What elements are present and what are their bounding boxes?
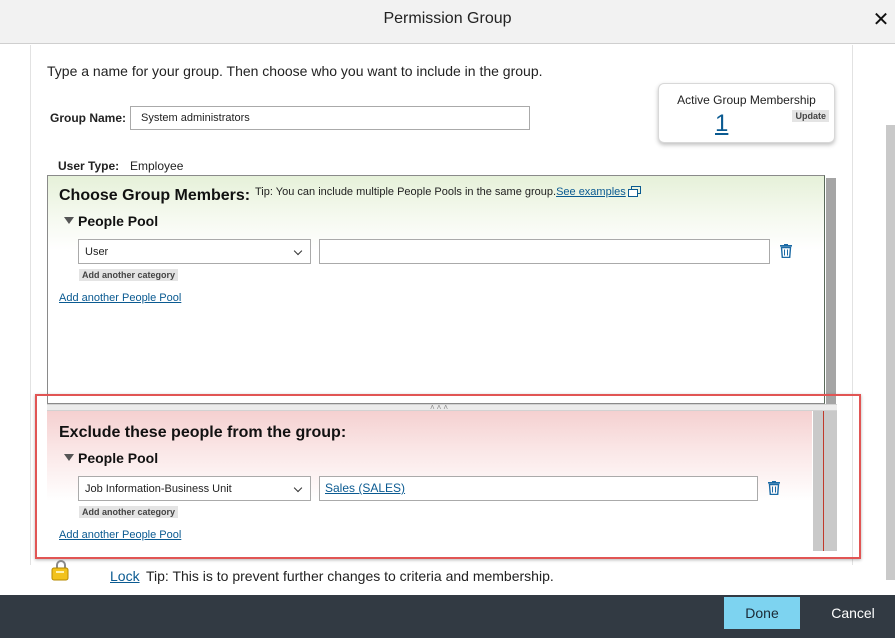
include-tip: Tip: You can include multiple People Poo… xyxy=(255,186,641,198)
include-members-panel xyxy=(47,175,825,404)
include-title: Choose Group Members: xyxy=(59,187,251,204)
intro-text: Type a name for your group. Then choose … xyxy=(47,63,543,79)
exclude-add-people-pool-link[interactable]: Add another People Pool xyxy=(59,529,181,541)
exclude-category-select[interactable]: Job Information-Business Unit xyxy=(78,476,311,501)
include-panel-scrollbar[interactable] xyxy=(826,178,836,404)
include-value-field[interactable] xyxy=(319,239,770,264)
include-category-value: User xyxy=(85,246,109,258)
active-membership-title: Active Group Membership xyxy=(677,93,816,107)
see-examples-link[interactable]: See examples xyxy=(556,186,626,198)
include-add-category-button[interactable]: Add another category xyxy=(79,269,179,281)
lock-icon[interactable] xyxy=(49,559,73,581)
lock-link[interactable]: Lock xyxy=(110,568,140,584)
close-icon[interactable]: ✕ xyxy=(871,10,891,30)
exclude-category-value: Job Information-Business Unit xyxy=(85,483,232,495)
exclude-panel-edge xyxy=(823,411,824,551)
dialog-footer: Done Cancel xyxy=(0,595,895,638)
update-button[interactable]: Update xyxy=(792,110,829,122)
include-add-people-pool-link[interactable]: Add another People Pool xyxy=(59,292,181,304)
trash-icon[interactable] xyxy=(768,481,780,495)
include-people-pool-label: People Pool xyxy=(78,213,159,229)
triangle-down-icon[interactable] xyxy=(64,454,74,461)
dialog-scrollbar-thumb[interactable] xyxy=(886,125,895,580)
user-type-label: User Type: xyxy=(58,159,120,173)
include-category-select[interactable]: User xyxy=(78,239,311,264)
exclude-add-category-button[interactable]: Add another category xyxy=(79,506,179,518)
trash-icon[interactable] xyxy=(780,244,792,258)
chevron-down-icon xyxy=(293,246,303,256)
lock-tip: Tip: This is to prevent further changes … xyxy=(146,568,554,584)
chevron-down-icon xyxy=(293,483,303,493)
include-tip-text: Tip: You can include multiple People Poo… xyxy=(255,186,557,198)
active-membership-count[interactable]: 1 xyxy=(715,110,728,138)
user-type-value: Employee xyxy=(130,159,184,173)
dialog-title: Permission Group xyxy=(383,10,512,27)
active-membership-card: Active Group Membership 1 Update xyxy=(658,83,835,143)
exclude-value-field[interactable]: Sales (SALES) xyxy=(319,476,758,501)
include-people-pool-heading[interactable]: People Pool xyxy=(64,213,158,229)
done-button[interactable]: Done xyxy=(724,597,800,629)
triangle-down-icon[interactable] xyxy=(64,217,74,224)
exclude-panel-scrollbar[interactable] xyxy=(813,411,837,551)
cancel-button[interactable]: Cancel xyxy=(826,597,880,629)
group-name-label: Group Name: xyxy=(50,111,127,125)
exclude-value-link[interactable]: Sales (SALES) xyxy=(325,481,405,495)
panel-resize-divider[interactable]: ˄˄˄ xyxy=(47,403,837,412)
external-link-icon xyxy=(627,186,641,197)
group-name-input[interactable] xyxy=(130,106,530,130)
dialog-title-bar: Permission Group ✕ xyxy=(0,0,895,44)
exclude-people-pool-label: People Pool xyxy=(78,450,159,466)
exclude-people-pool-heading[interactable]: People Pool xyxy=(64,450,158,466)
exclude-title: Exclude these people from the group: xyxy=(59,424,347,441)
